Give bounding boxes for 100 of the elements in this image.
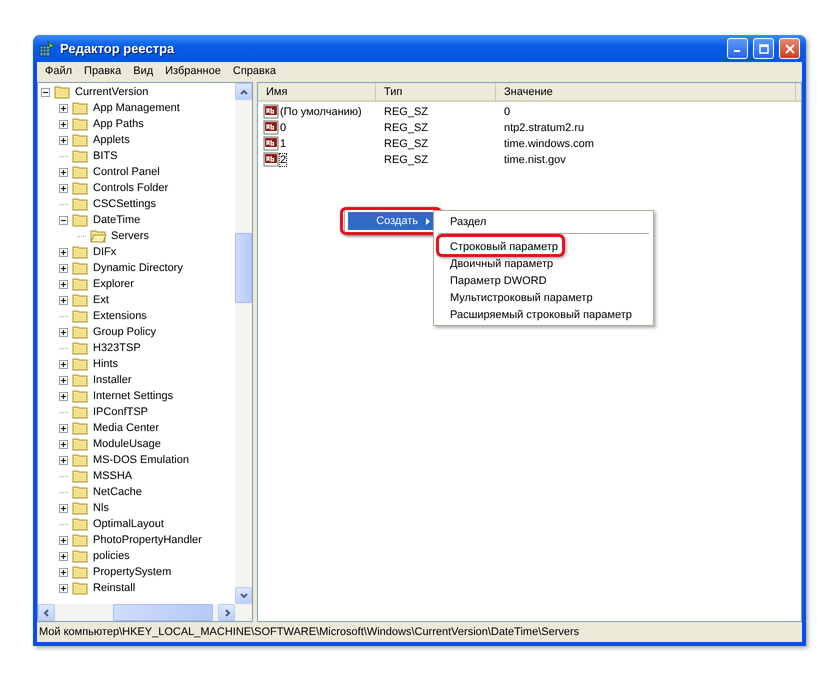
tree-item[interactable]: Installer [92, 374, 133, 386]
expand-icon[interactable] [59, 456, 68, 464]
tree-item[interactable]: Internet Settings [92, 390, 174, 402]
tree-item[interactable]: Extensions [92, 310, 148, 322]
tree-item[interactable]: Nls [92, 502, 110, 514]
menu-item[interactable]: Раздел [450, 216, 486, 228]
tree-item[interactable]: IPConfTSP [92, 406, 150, 418]
menu-item[interactable]: Вид [127, 65, 160, 77]
menu-item[interactable]: Избранное [159, 65, 227, 77]
menu-item[interactable]: Справка [226, 65, 282, 77]
tree-item[interactable]: Explorer [92, 278, 135, 290]
table-cell: ntp2.stratum2.ru [504, 122, 584, 134]
string-value-icon [263, 136, 279, 152]
scroll-thumb[interactable] [113, 604, 213, 621]
column-header[interactable]: Имя [258, 83, 376, 100]
close-icon [784, 44, 794, 54]
string-value-icon [263, 152, 279, 168]
scroll-thumb[interactable] [235, 233, 252, 303]
tree-item[interactable]: Hints [92, 358, 120, 370]
status-path: Мой компьютер\HKEY_LOCAL_MACHINE\SOFTWARE\Microsoft\Windows\CurrentVersion\DateTime\Servers [39, 626, 580, 638]
tree-item[interactable]: MS-DOS Emulation [92, 454, 190, 466]
expand-icon[interactable] [59, 392, 68, 400]
column-header[interactable]: Тип [376, 83, 496, 100]
expand-icon[interactable] [59, 536, 68, 544]
menu-item[interactable]: Мультистроковый параметр [450, 292, 593, 304]
scroll-left-icon [42, 608, 52, 618]
expand-icon[interactable] [59, 104, 68, 112]
tree-item[interactable]: BITS [92, 150, 118, 162]
table-cell: REG_SZ [384, 138, 428, 150]
expand-icon[interactable] [59, 296, 68, 304]
scroll-down-icon [238, 590, 248, 600]
tree-item[interactable]: PropertySystem [92, 566, 172, 578]
tree-item[interactable]: Ext [92, 294, 110, 306]
expand-icon[interactable] [59, 248, 68, 256]
string-value-icon [263, 120, 279, 136]
value-name[interactable]: 2 [280, 154, 286, 166]
value-name[interactable]: 1 [280, 138, 286, 150]
tree-item[interactable]: Dynamic Directory [92, 262, 184, 274]
expand-icon[interactable] [59, 376, 68, 384]
tree-item[interactable]: Group Policy [92, 326, 157, 338]
string-value-icon [263, 104, 279, 120]
expand-icon[interactable] [59, 568, 68, 576]
tree-item[interactable]: Controls Folder [92, 182, 170, 194]
tree-item[interactable]: App Paths [92, 118, 145, 130]
expand-icon[interactable] [59, 360, 68, 368]
menu-item[interactable]: Строковый параметр [450, 240, 558, 252]
expand-icon[interactable] [59, 280, 68, 288]
window-title: Редактор реестра [60, 41, 176, 56]
expand-icon[interactable] [59, 120, 68, 128]
column-header[interactable]: Значение [496, 83, 796, 100]
tree-item[interactable]: App Management [92, 102, 181, 114]
vertical-scrollbar[interactable] [235, 83, 252, 604]
tree-item[interactable]: MSSHA [92, 470, 134, 482]
tree-item[interactable]: ModuleUsage [92, 438, 162, 450]
menu-item[interactable]: Параметр DWORD [450, 274, 547, 286]
table-cell: REG_SZ [384, 122, 428, 134]
tree-item[interactable]: CurrentVersion [74, 86, 150, 98]
maximize-button[interactable] [753, 38, 774, 59]
collapse-icon[interactable] [59, 216, 68, 224]
collapse-icon[interactable] [41, 88, 50, 96]
menu-item[interactable]: Правка [78, 65, 128, 77]
submenu-arrow-icon [426, 218, 430, 224]
maximize-icon [758, 44, 768, 54]
value-name[interactable]: 0 [280, 122, 286, 134]
tree-item[interactable]: DateTime [92, 214, 142, 226]
tree-item[interactable]: CSCSettings [92, 198, 157, 210]
table-cell: REG_SZ [384, 106, 428, 118]
expand-icon[interactable] [59, 168, 68, 176]
table-cell: 0 [504, 106, 510, 118]
expand-icon[interactable] [59, 184, 68, 192]
expand-icon[interactable] [59, 328, 68, 336]
registry-icon [39, 40, 55, 56]
table-cell: REG_SZ [384, 154, 428, 166]
expand-icon[interactable] [59, 264, 68, 272]
expand-icon[interactable] [59, 584, 68, 592]
menu-item[interactable]: Файл [39, 65, 78, 77]
menu-item[interactable]: Создать [348, 212, 434, 230]
tree-item[interactable]: NetCache [92, 486, 143, 498]
expand-icon[interactable] [59, 136, 68, 144]
tree-item[interactable]: H323TSP [92, 342, 142, 354]
menu-item[interactable]: Двоичный параметр [450, 258, 554, 270]
expand-icon[interactable] [59, 504, 68, 512]
tree-item[interactable]: Reinstall [92, 582, 136, 594]
horizontal-scrollbar[interactable] [38, 604, 252, 621]
tree-item[interactable]: Applets [92, 134, 131, 146]
expand-icon[interactable] [59, 424, 68, 432]
tree-item[interactable]: Media Center [92, 422, 160, 434]
tree-item[interactable]: policies [92, 550, 131, 562]
minimize-button[interactable] [727, 38, 748, 59]
expand-icon[interactable] [59, 552, 68, 560]
value-name[interactable]: (По умолчанию) [280, 106, 362, 118]
tree-item[interactable]: Servers [110, 230, 150, 242]
close-button[interactable] [779, 38, 800, 59]
tree-item[interactable]: DIFx [92, 246, 118, 258]
tree-item[interactable]: Control Panel [92, 166, 161, 178]
tree-item[interactable]: PhotoPropertyHandler [92, 534, 203, 546]
table-cell: time.windows.com [504, 138, 594, 150]
tree-item[interactable]: OptimalLayout [92, 518, 165, 530]
menu-item[interactable]: Расширяемый строковый параметр [450, 308, 632, 320]
expand-icon[interactable] [59, 440, 68, 448]
